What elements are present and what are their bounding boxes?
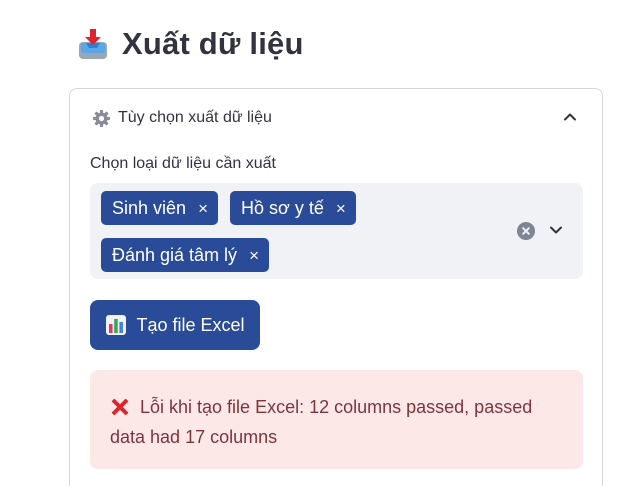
page-header: Xuất dữ liệu (78, 26, 304, 62)
selected-tag-sinh-vien: Sinh viên × (101, 191, 218, 225)
error-line-1: Lỗi khi tạo file Excel: 12 columns passe… (110, 392, 563, 422)
data-type-multiselect[interactable]: Sinh viên × Hồ sơ y tế × Đánh giá tâm lý… (90, 183, 583, 279)
export-options-expander: Tùy chọn xuất dữ liệu Chọn loại dữ liệu … (69, 88, 603, 486)
multiselect-label: Chọn loại dữ liệu cần xuất (90, 155, 276, 172)
bar-chart-icon (106, 315, 127, 335)
page: Xuất dữ liệu Tùy chọn xuất dữ liệu Chọn … (0, 0, 631, 486)
error-alert: Lỗi khi tạo file Excel: 12 columns passe… (90, 370, 583, 469)
tag-label: Đánh giá tâm lý (112, 244, 238, 265)
error-message-line-2: data had 17 columns (110, 427, 278, 447)
create-excel-label: Tạo file Excel (136, 314, 245, 335)
remove-tag-icon[interactable]: × (198, 200, 208, 217)
remove-tag-icon[interactable]: × (336, 200, 346, 217)
tag-label: Hồ sơ y tế (241, 197, 324, 218)
inbox-tray-icon (79, 29, 107, 59)
selected-tag-danh-gia-tam-ly: Đánh giá tâm lý × (101, 238, 269, 272)
remove-tag-icon[interactable]: × (249, 247, 259, 264)
chevron-up-icon[interactable] (562, 109, 578, 125)
expander-label: Tùy chọn xuất dữ liệu (118, 109, 272, 126)
clear-all-icon[interactable] (517, 222, 535, 240)
expander-header[interactable]: Tùy chọn xuất dữ liệu (70, 89, 602, 147)
gear-icon (92, 109, 111, 127)
page-title: Xuất dữ liệu (122, 26, 304, 61)
chevron-down-icon[interactable] (548, 222, 564, 238)
create-excel-button[interactable]: Tạo file Excel (90, 300, 260, 350)
tag-label: Sinh viên (112, 197, 187, 218)
cross-mark-icon (110, 397, 130, 417)
error-line-2: data had 17 columns (110, 422, 563, 452)
error-message-line-1: Lỗi khi tạo file Excel: 12 columns passe… (140, 397, 533, 417)
selected-tag-ho-so-y-te: Hồ sơ y tế × (230, 191, 356, 225)
